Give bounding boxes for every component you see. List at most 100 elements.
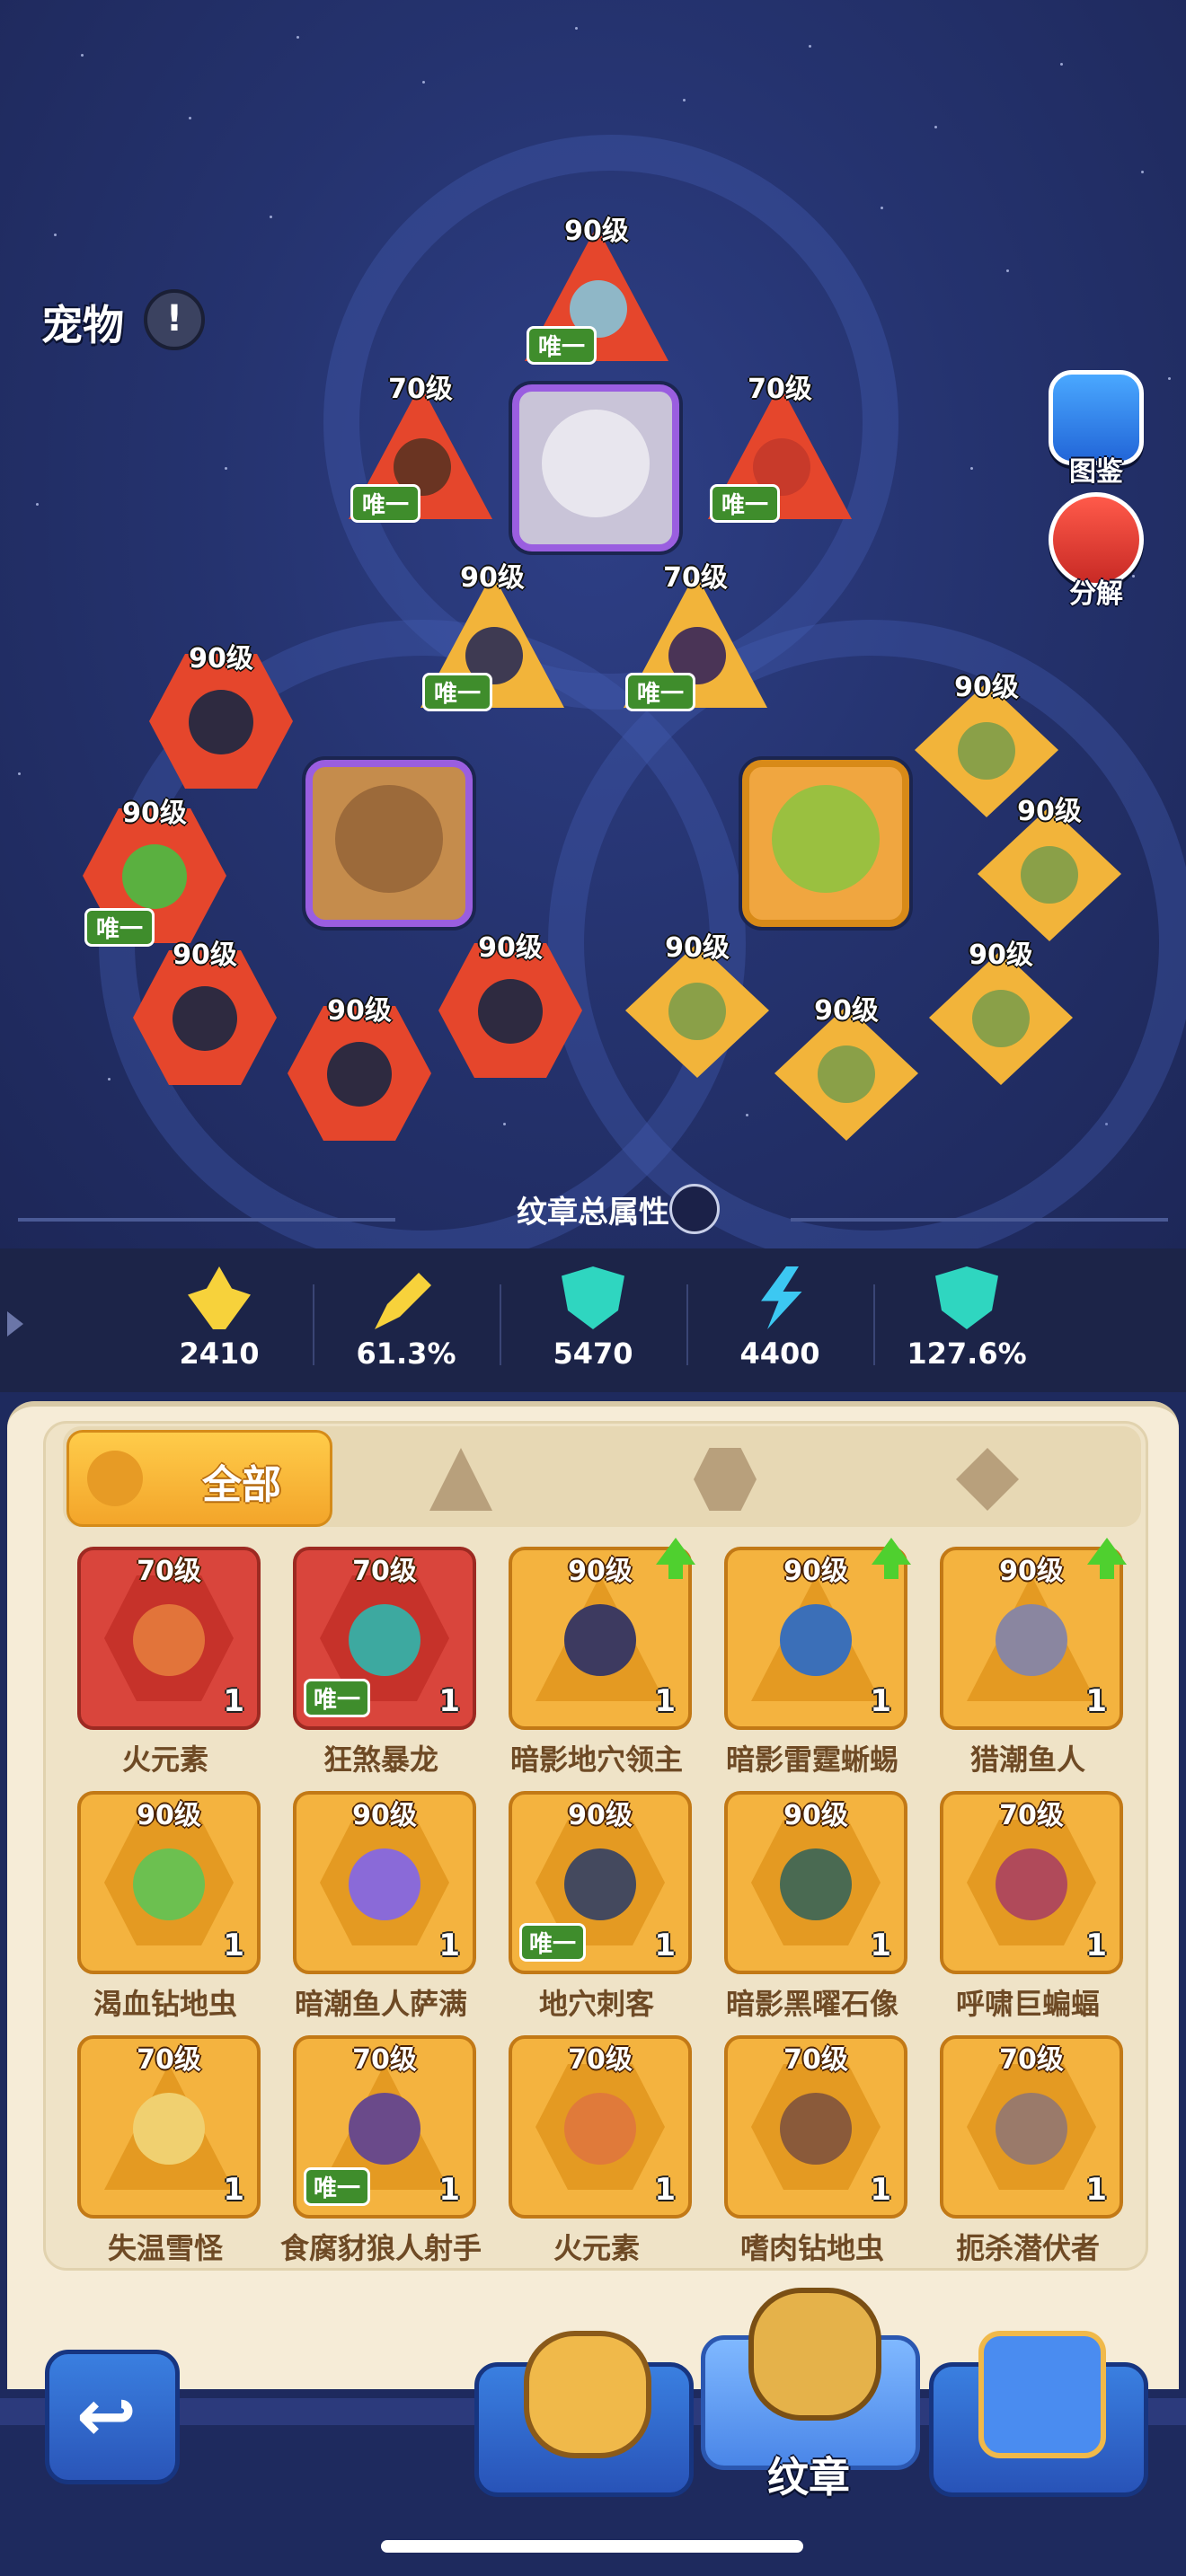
shield-icon <box>562 1266 624 1329</box>
slot-right-2[interactable]: 90级 <box>929 932 1073 1094</box>
star <box>809 45 811 48</box>
slot-left-1[interactable]: 90级 唯一 <box>83 790 226 952</box>
pet-left[interactable] <box>305 760 473 927</box>
slot-top-4[interactable]: 70级 唯一 <box>624 555 767 717</box>
unique-tag: 唯一 <box>527 326 597 365</box>
unique-tag: 唯一 <box>350 484 421 523</box>
spider-monster-icon <box>173 986 237 1051</box>
slot-top-2[interactable]: 70级 唯一 <box>708 366 852 528</box>
tab-all-label: 全部 <box>202 1462 281 1508</box>
card-name: 暗影地穴领主 <box>509 1742 683 1777</box>
card-level: 70级 <box>352 1556 417 1587</box>
magnifier-icon[interactable] <box>669 1184 720 1234</box>
star <box>683 99 686 101</box>
stat-value: 5470 <box>553 1337 633 1371</box>
slot-level: 70级 <box>388 374 453 405</box>
paw-shield-icon <box>524 2331 651 2458</box>
card-level: 70级 <box>783 2044 848 2076</box>
card-count: 1 <box>870 1683 891 1719</box>
unique-tag: 唯一 <box>710 484 781 523</box>
star <box>81 54 84 57</box>
card-count: 1 <box>654 2172 676 2208</box>
slot-right-3[interactable]: 90级 <box>774 988 918 1150</box>
nav-book-button[interactable] <box>929 2331 1148 2497</box>
card-level: 70级 <box>137 1556 201 1587</box>
exclamation-icon[interactable]: ! <box>144 289 205 350</box>
monster-icon <box>564 1604 636 1676</box>
slot-left-2[interactable]: 90级 <box>133 932 277 1094</box>
rabbit-pet-icon <box>335 785 443 893</box>
star <box>36 503 39 506</box>
back-button[interactable]: ↩ <box>45 2350 180 2484</box>
tab-all[interactable]: 全部 <box>66 1430 332 1527</box>
star <box>225 467 227 470</box>
monster-icon <box>564 2093 636 2165</box>
card-name: 暗潮鱼人萨满 <box>294 1987 467 2021</box>
inventory-card[interactable]: 70级 1 <box>940 1791 1123 1974</box>
slot-left-4[interactable]: 90级 <box>438 925 582 1087</box>
unique-tag: 唯一 <box>519 1923 587 1962</box>
slot-level: 90级 <box>954 672 1019 703</box>
star <box>1141 171 1144 173</box>
card-name: 渴血钻地虫 <box>93 1987 237 2021</box>
slot-level: 90级 <box>564 216 629 247</box>
card-level: 70级 <box>999 1800 1064 1831</box>
stat-crit: 61.3% <box>316 1266 496 1371</box>
stat-value: 4400 <box>739 1337 820 1371</box>
inventory-card[interactable]: 90级 1 <box>77 1791 261 1974</box>
card-name: 狂煞暴龙 <box>323 1742 438 1777</box>
slot-top-0[interactable]: 90级 唯一 <box>525 208 668 370</box>
inventory-card[interactable]: 90级 1 <box>940 1538 1127 1730</box>
pet-right[interactable] <box>742 760 909 927</box>
slot-right-4[interactable]: 90级 <box>625 925 769 1087</box>
inventory-card[interactable]: 70级 1 <box>77 1547 261 1730</box>
card-count: 1 <box>438 2172 460 2208</box>
decompose-label: 分解 <box>1069 578 1123 610</box>
inventory-card[interactable]: 90级 1 <box>724 1538 911 1730</box>
dragon-pet-icon <box>772 785 880 893</box>
stat-resist: 127.6% <box>877 1266 1057 1371</box>
slot-right-1[interactable]: 90级 <box>978 789 1121 950</box>
upgrade-arrow-icon <box>1087 1538 1127 1579</box>
unique-tag: 唯一 <box>304 1679 371 1717</box>
slot-left-0[interactable]: 90级 <box>149 636 293 798</box>
bug-monster-icon <box>1021 846 1078 904</box>
card-count: 1 <box>438 1928 460 1963</box>
card-name: 食腐豺狼人射手 <box>279 2231 482 2265</box>
card-level: 70级 <box>137 2044 201 2076</box>
inventory-card[interactable]: 70级 1 <box>724 2035 907 2219</box>
card-name: 呼啸巨蝙蝠 <box>955 1987 1100 2021</box>
lightning-icon <box>761 1266 802 1329</box>
slot-level: 70级 <box>663 562 728 594</box>
monster-icon <box>996 1848 1067 1920</box>
stat-attack: 2410 <box>129 1266 309 1371</box>
inventory-card[interactable]: 70级 1 <box>940 2035 1123 2219</box>
stat-defense: 5470 <box>503 1266 683 1371</box>
stat-divider <box>686 1284 688 1365</box>
monster-icon <box>564 1848 636 1920</box>
slot-level: 90级 <box>327 995 392 1027</box>
monster-icon <box>133 1848 205 1920</box>
inventory-card[interactable]: 90级 1 <box>509 1538 695 1730</box>
expand-arrow-icon[interactable] <box>7 1311 23 1337</box>
inventory-card[interactable]: 70级 1 <box>509 2035 692 2219</box>
home-indicator <box>381 2540 803 2553</box>
inventory-card[interactable]: 90级 1 <box>724 1791 907 1974</box>
slot-left-3[interactable]: 90级 <box>288 988 431 1150</box>
card-level: 90级 <box>352 1800 417 1831</box>
attack-icon <box>188 1266 251 1329</box>
decompose-button[interactable]: 分解 <box>1047 492 1146 611</box>
inventory-card[interactable]: 70级 1 <box>77 2035 261 2219</box>
slot-top-1[interactable]: 70级 唯一 <box>349 366 492 528</box>
slot-top-3[interactable]: 90级 唯一 <box>420 555 564 717</box>
card-count: 1 <box>223 2172 244 2208</box>
inventory-card[interactable]: 70级 1 唯一 <box>293 2035 476 2219</box>
monster-icon <box>996 1604 1067 1676</box>
inventory-card[interactable]: 70级 1 唯一 <box>293 1547 476 1730</box>
inventory-card[interactable]: 90级 1 唯一 <box>509 1791 692 1974</box>
pet-top[interactable] <box>512 384 679 551</box>
codex-button[interactable]: 图鉴 <box>1047 370 1146 489</box>
nav-pet-button[interactable] <box>474 2331 694 2497</box>
slot-level: 90级 <box>969 940 1033 971</box>
inventory-card[interactable]: 90级 1 <box>293 1791 476 1974</box>
